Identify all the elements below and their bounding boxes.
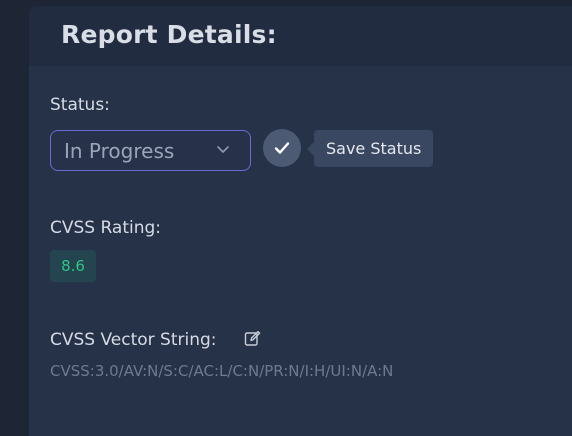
status-label: Status: <box>50 95 110 115</box>
cvss-vector-label: CVSS Vector String: <box>50 330 217 350</box>
check-icon <box>274 142 290 154</box>
panel-header: Report Details: <box>29 6 572 66</box>
cvss-rating-label: CVSS Rating: <box>50 218 162 238</box>
page-title: Report Details: <box>61 20 277 49</box>
cvss-vector-value: CVSS:3.0/AV:N/S:C/AC:L/C:N/PR:N/I:H/UI:N… <box>50 362 394 380</box>
save-status-button[interactable] <box>263 129 301 167</box>
report-details-panel: Report Details: Status: In Progress Save… <box>29 6 572 436</box>
chevron-down-icon <box>217 146 229 153</box>
cvss-score-badge: 8.6 <box>50 250 96 282</box>
save-status-tooltip: Save Status <box>306 130 434 167</box>
status-select[interactable]: In Progress <box>50 130 251 171</box>
edit-icon[interactable] <box>244 330 261 347</box>
status-selected-value: In Progress <box>64 139 175 163</box>
